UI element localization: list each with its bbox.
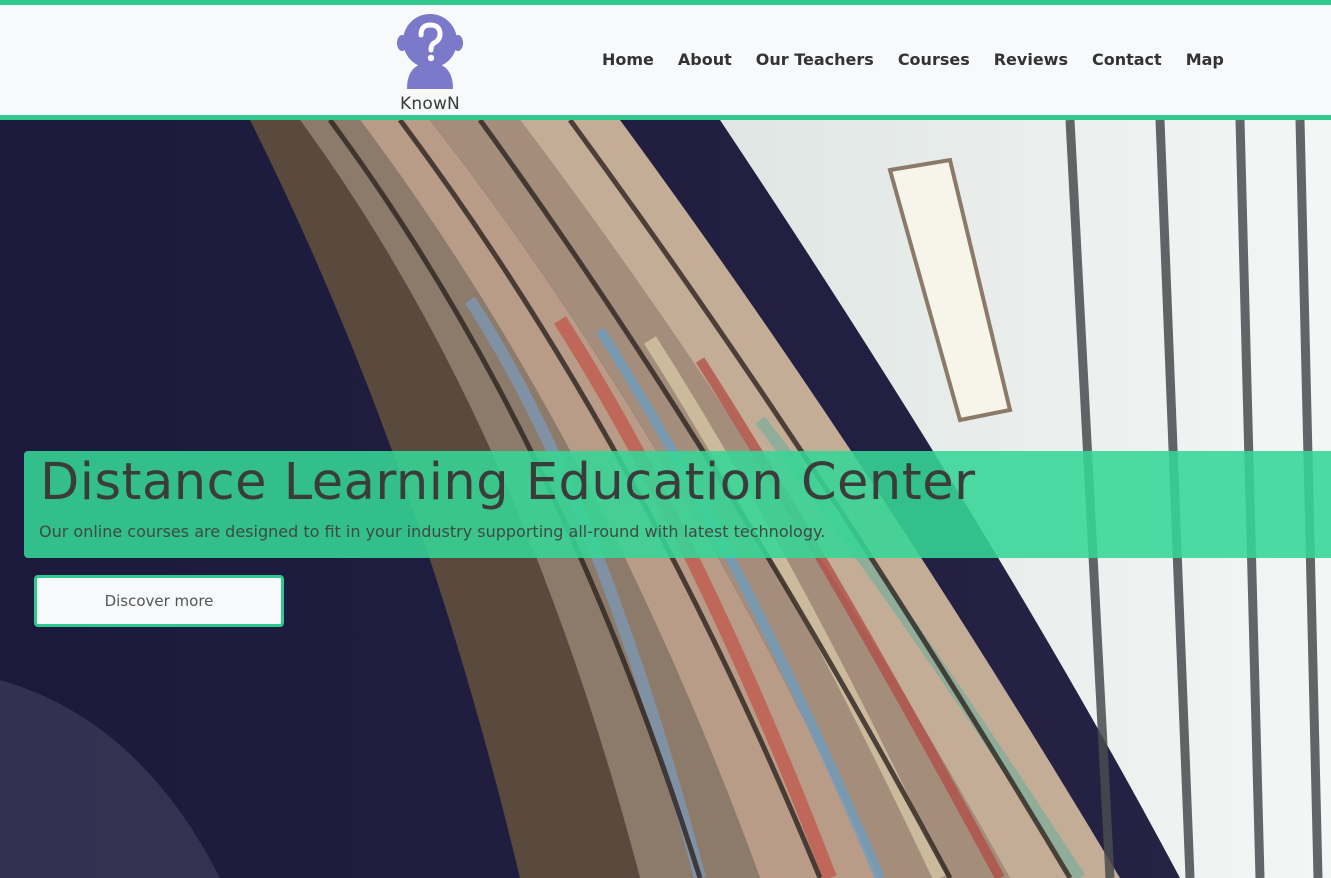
hero-subtitle: Our online courses are designed to fit i… <box>39 522 826 541</box>
site-header: KnowN Home About Our Teachers Courses Re… <box>0 0 1331 120</box>
hero-title: Distance Learning Education Center <box>40 453 976 512</box>
logo-text: KnowN <box>400 94 460 114</box>
question-head-icon <box>397 14 463 89</box>
nav-reviews[interactable]: Reviews <box>982 50 1080 70</box>
hero-section: Distance Learning Education Center Our o… <box>0 120 1331 878</box>
logo[interactable]: KnowN <box>394 13 466 115</box>
hero-banner: Distance Learning Education Center Our o… <box>24 451 1331 558</box>
nav-map[interactable]: Map <box>1174 50 1236 70</box>
nav-our-teachers[interactable]: Our Teachers <box>744 50 886 70</box>
nav-contact[interactable]: Contact <box>1080 50 1174 70</box>
nav-about[interactable]: About <box>666 50 744 70</box>
discover-more-button[interactable]: Discover more <box>34 575 284 627</box>
nav-courses[interactable]: Courses <box>886 50 982 70</box>
nav-home[interactable]: Home <box>590 50 666 70</box>
main-nav: Home About Our Teachers Courses Reviews … <box>590 50 1236 70</box>
